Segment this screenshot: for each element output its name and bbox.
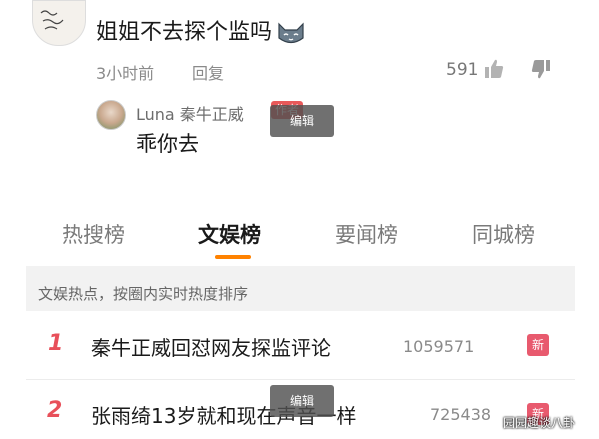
active-tab-indicator — [215, 255, 251, 259]
heat-count: 1059571 — [403, 337, 475, 356]
watermark-text: 园园趣谈八卦 — [503, 416, 576, 430]
comment-time: 3小时前 — [96, 64, 155, 83]
comment-text: 姐姐不去探个监吗 — [96, 20, 273, 45]
reply-author-avatar[interactable] — [96, 100, 126, 130]
tab-local[interactable]: 同城榜 — [472, 219, 535, 249]
tab-entertainment[interactable]: 文娱榜 — [198, 219, 261, 249]
thumbs-up-icon[interactable] — [484, 58, 504, 80]
commenter-avatar[interactable] — [32, 0, 86, 46]
new-badge: 新 — [527, 334, 549, 356]
avatar-handwriting-image — [40, 10, 64, 30]
like-count: 591 — [446, 60, 479, 80]
row-divider — [26, 379, 575, 380]
cat-face-icon — [278, 22, 304, 44]
list-subheader-text: 文娱热点，按圈内实时热度排序 — [38, 285, 249, 303]
reply-text: 乖你去 — [136, 132, 199, 156]
tab-news[interactable]: 要闻榜 — [335, 219, 398, 249]
reply-author-name[interactable]: Luna 秦牛正威 — [136, 101, 244, 125]
reply-button[interactable]: 回复 — [192, 60, 224, 84]
rank-number: 1 — [48, 331, 64, 356]
rank-number: 2 — [47, 398, 63, 423]
tab-hot-search[interactable]: 热搜榜 — [62, 219, 125, 249]
trending-topic-title[interactable]: 秦牛正威回怼网友探监评论 — [91, 332, 331, 361]
edit-overlay-badge: 编辑 — [270, 385, 334, 417]
thumbs-down-icon[interactable] — [531, 58, 551, 80]
heat-count: 725438 — [430, 405, 492, 424]
edit-overlay-badge: 编辑 — [270, 105, 334, 137]
comment-text-row: 姐姐不去探个监吗 — [96, 18, 306, 48]
